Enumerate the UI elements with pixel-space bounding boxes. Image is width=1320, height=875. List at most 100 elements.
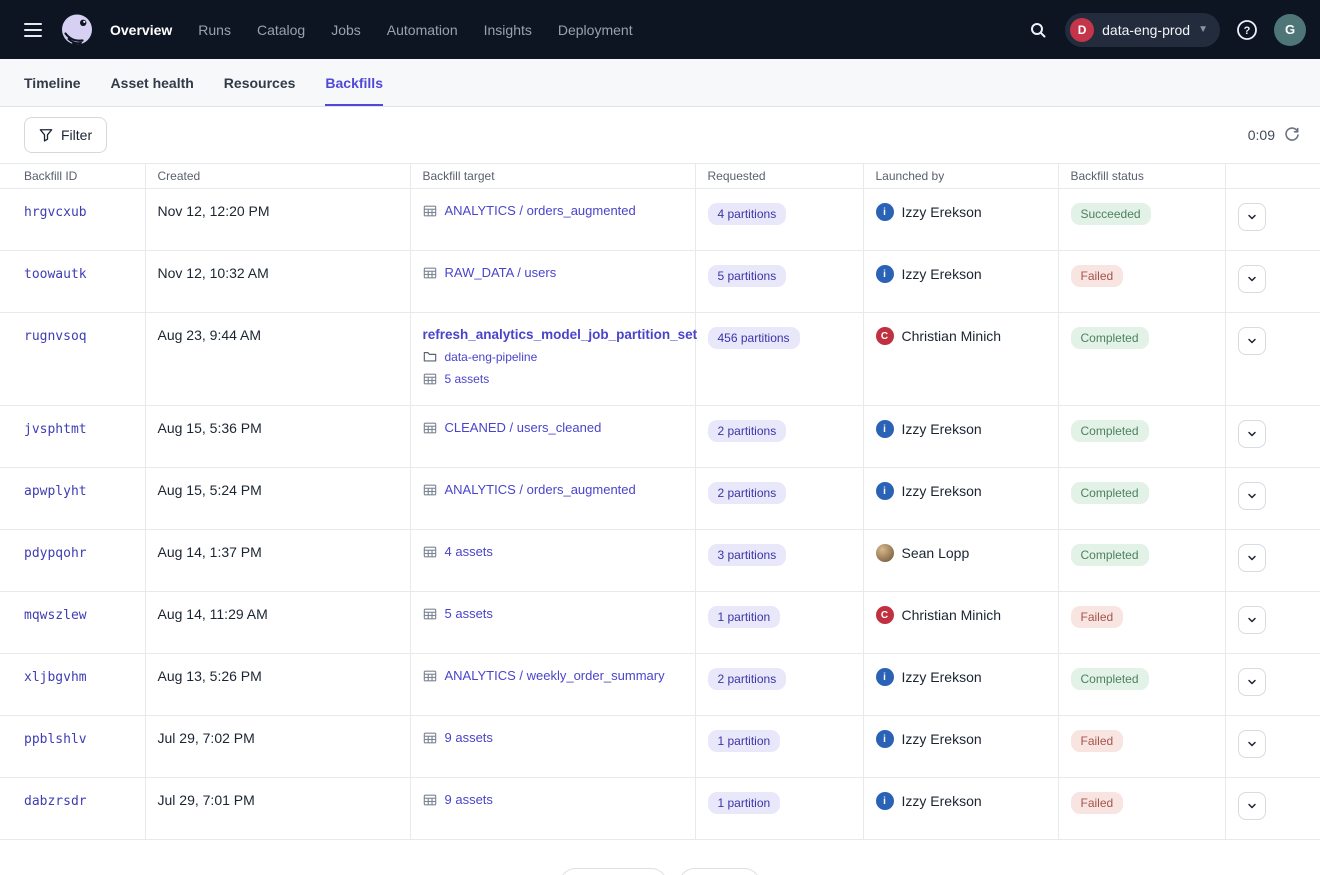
backfill-target-link[interactable]: ANALYTICS / orders_augmented — [445, 482, 636, 497]
nav-item-catalog[interactable]: Catalog — [257, 22, 305, 38]
backfill-id-link[interactable]: mqwszlew — [24, 608, 87, 623]
created-at: Aug 23, 9:44 AM — [158, 327, 262, 343]
backfill-id-cell: apwplyht — [0, 468, 145, 530]
status-badge: Completed — [1071, 482, 1149, 504]
row-actions-button[interactable] — [1238, 265, 1266, 293]
backfill-id-link[interactable]: rugnvsoq — [24, 329, 87, 344]
tab-asset-health[interactable]: Asset health — [111, 59, 194, 106]
chevron-down-icon — [1246, 490, 1258, 502]
user-photo-avatar — [876, 544, 894, 562]
actions-cell — [1225, 778, 1320, 840]
launched-by-name: Izzy Erekson — [902, 483, 982, 499]
status-badge: Failed — [1071, 792, 1124, 814]
backfill-target-link[interactable]: 9 assets — [445, 792, 493, 807]
requested-badge: 1 partition — [708, 606, 781, 628]
backfill-target-cell: 5 assets — [410, 592, 695, 654]
user-initial-avatar: i — [876, 203, 894, 221]
target-line: 9 assets — [423, 792, 683, 807]
chevron-down-icon — [1246, 273, 1258, 285]
backfill-target-link[interactable]: CLEANED / users_cleaned — [445, 420, 602, 435]
nav-item-jobs[interactable]: Jobs — [331, 22, 361, 38]
backfill-id-link[interactable]: dabzrsdr — [24, 794, 87, 809]
backfill-target-cell: CLEANED / users_cleaned — [410, 406, 695, 468]
backfill-target-link[interactable]: 5 assets — [445, 606, 493, 621]
next-page-button[interactable]: Next → — [678, 868, 761, 875]
status-badge: Completed — [1071, 668, 1149, 690]
launched-by-name: Izzy Erekson — [902, 421, 982, 437]
previous-page-button[interactable]: ← Previous — [559, 868, 667, 875]
refresh-icon[interactable] — [1284, 127, 1300, 143]
launched-by-cell: iIzzy Erekson — [863, 189, 1058, 251]
chevron-down-icon — [1246, 738, 1258, 750]
workspace-selector[interactable]: D data-eng-prod ▼ — [1065, 13, 1220, 47]
actions-cell — [1225, 468, 1320, 530]
backfill-target-link[interactable]: 5 assets — [445, 372, 490, 386]
menu-icon[interactable] — [16, 13, 50, 47]
row-actions-button[interactable] — [1238, 420, 1266, 448]
backfill-id-link[interactable]: hrgvcxub — [24, 205, 87, 220]
row-actions-button[interactable] — [1238, 668, 1266, 696]
target-line: 4 assets — [423, 544, 683, 559]
nav-item-insights[interactable]: Insights — [484, 22, 532, 38]
created-at: Nov 12, 10:32 AM — [158, 265, 269, 281]
user-initial-avatar: i — [876, 730, 894, 748]
chevron-down-icon — [1246, 614, 1258, 626]
backfill-target-link[interactable]: ANALYTICS / weekly_order_summary — [445, 668, 665, 683]
backfill-target-link[interactable]: refresh_analytics_model_job_partition_se… — [423, 327, 698, 342]
nav-item-runs[interactable]: Runs — [198, 22, 231, 38]
dagster-logo-icon[interactable] — [58, 11, 96, 49]
backfill-target-link[interactable]: RAW_DATA / users — [445, 265, 557, 280]
row-actions-button[interactable] — [1238, 792, 1266, 820]
backfill-target-cell: 4 assets — [410, 530, 695, 592]
tab-timeline[interactable]: Timeline — [24, 59, 81, 106]
column-header: Backfill ID — [0, 164, 145, 189]
requested-cell: 1 partition — [695, 778, 863, 840]
user-avatar[interactable]: G — [1274, 14, 1306, 46]
backfill-id-cell: toowautk — [0, 251, 145, 313]
backfill-target-link[interactable]: ANALYTICS / orders_augmented — [445, 203, 636, 218]
filter-button[interactable]: Filter — [24, 117, 107, 153]
launched-by-name: Christian Minich — [902, 607, 1002, 623]
backfill-target-link[interactable]: 9 assets — [445, 730, 493, 745]
actions-cell — [1225, 716, 1320, 778]
nav-item-deployment[interactable]: Deployment — [558, 22, 633, 38]
backfill-target-cell: RAW_DATA / users — [410, 251, 695, 313]
status-badge: Completed — [1071, 327, 1149, 349]
row-actions-button[interactable] — [1238, 544, 1266, 572]
row-actions-button[interactable] — [1238, 606, 1266, 634]
requested-badge: 3 partitions — [708, 544, 787, 566]
tab-backfills[interactable]: Backfills — [325, 59, 383, 106]
backfill-target-link[interactable]: 4 assets — [445, 544, 493, 559]
tab-resources[interactable]: Resources — [224, 59, 296, 106]
user-initial-avatar: i — [876, 792, 894, 810]
status-cell: Completed — [1058, 468, 1225, 530]
created-at: Jul 29, 7:02 PM — [158, 730, 255, 746]
backfill-id-link[interactable]: apwplyht — [24, 484, 87, 499]
search-icon[interactable] — [1021, 13, 1055, 47]
requested-cell: 3 partitions — [695, 530, 863, 592]
backfill-id-link[interactable]: ppblshlv — [24, 732, 87, 747]
status-badge: Completed — [1071, 420, 1149, 442]
backfill-id-link[interactable]: xljbgvhm — [24, 670, 87, 685]
row-actions-button[interactable] — [1238, 482, 1266, 510]
asset-table-icon — [423, 731, 437, 745]
help-icon[interactable]: ? — [1230, 13, 1264, 47]
requested-cell: 1 partition — [695, 716, 863, 778]
backfill-target-link[interactable]: data-eng-pipeline — [445, 350, 538, 364]
table-row: dabzrsdr Jul 29, 7:01 PM 9 assets 1 part… — [0, 778, 1320, 840]
row-actions-button[interactable] — [1238, 327, 1266, 355]
backfill-id-cell: pdypqohr — [0, 530, 145, 592]
nav-item-automation[interactable]: Automation — [387, 22, 458, 38]
row-actions-button[interactable] — [1238, 730, 1266, 758]
target-line: ANALYTICS / orders_augmented — [423, 203, 683, 218]
launched-by-cell: iIzzy Erekson — [863, 716, 1058, 778]
backfill-id-link[interactable]: pdypqohr — [24, 546, 87, 561]
backfill-id-cell: ppblshlv — [0, 716, 145, 778]
nav-item-overview[interactable]: Overview — [110, 22, 172, 38]
row-actions-button[interactable] — [1238, 203, 1266, 231]
backfill-target-cell: 9 assets — [410, 716, 695, 778]
table-row: toowautk Nov 12, 10:32 AM RAW_DATA / use… — [0, 251, 1320, 313]
status-cell: Failed — [1058, 716, 1225, 778]
backfill-id-link[interactable]: jvsphtmt — [24, 422, 87, 437]
backfill-id-link[interactable]: toowautk — [24, 267, 87, 282]
